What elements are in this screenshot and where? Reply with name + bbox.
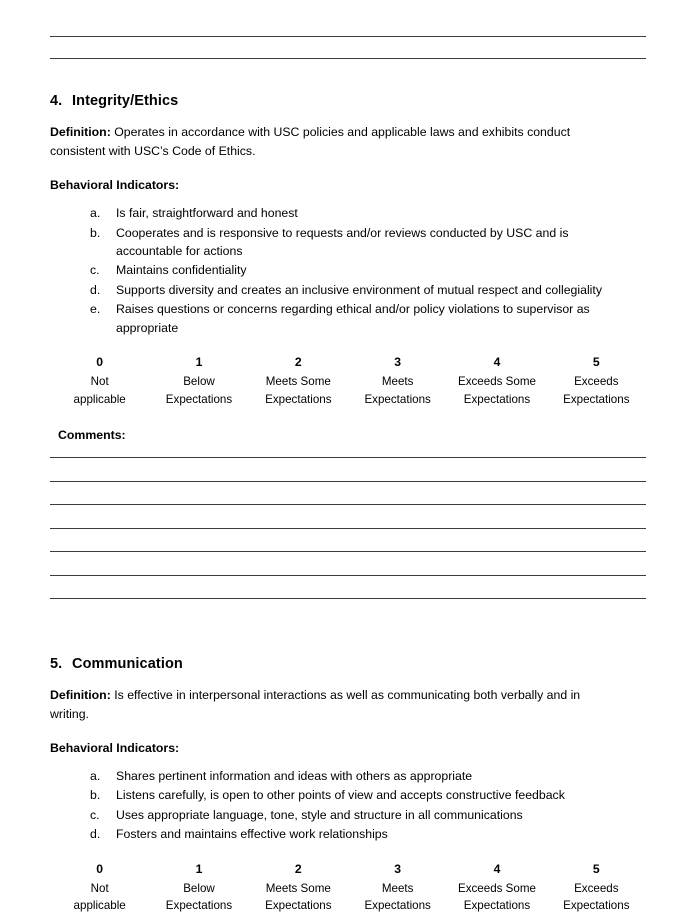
rating-value: 2 bbox=[294, 355, 302, 370]
rating-value: 4 bbox=[493, 861, 501, 876]
list-item: e. Raises questions or concerns regardin… bbox=[50, 300, 646, 337]
rating-option-2[interactable]: 2 Meets Some Expectations bbox=[249, 860, 348, 915]
comment-line[interactable] bbox=[50, 480, 646, 482]
rating-value: 2 bbox=[294, 861, 302, 876]
list-item-marker: a. bbox=[90, 206, 101, 221]
rating-option-3[interactable]: 3 Meets Expectations bbox=[348, 860, 447, 915]
rating-label: Exceeds Expectations bbox=[563, 881, 630, 913]
rating-option-2[interactable]: 2 Meets Some Expectations bbox=[249, 353, 348, 408]
rating-value: 0 bbox=[96, 861, 104, 876]
list-item-text: Is fair, straightforward and honest bbox=[116, 206, 298, 221]
section-integrity-ethics: 4. Integrity/Ethics Definition: Operates… bbox=[50, 93, 646, 600]
list-item: a. Is fair, straightforward and honest bbox=[50, 204, 646, 222]
behavioral-indicators-list: a. Shares pertinent information and idea… bbox=[50, 767, 646, 844]
definition-label: Definition: bbox=[50, 125, 111, 139]
list-item-marker: d. bbox=[90, 282, 101, 297]
list-item: d. Supports diversity and creates an inc… bbox=[50, 281, 646, 299]
rating-scale: 0 Not applicable 1 Below Expectations 2 … bbox=[50, 353, 646, 408]
list-item-text: Cooperates and is responsive to requests… bbox=[116, 225, 569, 258]
list-item-marker: b. bbox=[90, 788, 101, 803]
comments-write-area[interactable] bbox=[50, 457, 646, 600]
rating-scale: 0 Not applicable 1 Below Expectations 2 … bbox=[50, 860, 646, 915]
section-title: Integrity/Ethics bbox=[72, 93, 179, 109]
comment-line[interactable] bbox=[50, 598, 646, 600]
rating-label: Exceeds Expectations bbox=[563, 375, 630, 406]
list-item-text: Shares pertinent information and ideas w… bbox=[116, 768, 473, 783]
rating-value: 1 bbox=[195, 355, 203, 370]
rating-label: Meets Expectations bbox=[364, 375, 431, 406]
rating-option-5[interactable]: 5 Exceeds Expectations bbox=[547, 860, 646, 915]
rating-option-1[interactable]: 1 Below Expectations bbox=[149, 860, 248, 915]
rating-option-0[interactable]: 0 Not applicable bbox=[50, 860, 149, 915]
rating-label: Below Expectations bbox=[165, 375, 233, 406]
rating-option-3[interactable]: 3 Meets Expectations bbox=[348, 353, 447, 408]
section-heading: 4. Integrity/Ethics bbox=[50, 93, 646, 109]
comment-line[interactable] bbox=[50, 551, 646, 553]
list-item-marker: a. bbox=[90, 768, 101, 783]
rating-value: 3 bbox=[394, 861, 402, 876]
rating-option-5[interactable]: 5 Exceeds Expectations bbox=[547, 353, 646, 408]
comment-line[interactable] bbox=[50, 574, 646, 576]
list-item-text: Raises questions or concerns regarding e… bbox=[116, 302, 590, 335]
list-item-text: Fosters and maintains effective work rel… bbox=[116, 827, 388, 842]
behavioral-indicators-label: Behavioral Indicators: bbox=[50, 740, 180, 755]
comment-line[interactable] bbox=[50, 504, 646, 506]
list-item-text: Listens carefully, is open to other poin… bbox=[116, 788, 565, 803]
rating-value: 5 bbox=[592, 355, 600, 370]
list-item: b. Cooperates and is responsive to reque… bbox=[50, 224, 646, 261]
rating-label: Meets Expectations bbox=[364, 881, 431, 913]
list-item-text: Maintains confidentiality bbox=[116, 263, 247, 278]
definition-label: Definition: bbox=[50, 687, 111, 702]
rating-option-4[interactable]: 4 Exceeds Some Expectations bbox=[447, 353, 546, 408]
list-item: d. Fosters and maintains effective work … bbox=[50, 825, 646, 843]
rating-label: Exceeds Some Expectations bbox=[457, 375, 536, 406]
definition-paragraph: Definition: Operates in accordance with … bbox=[50, 123, 620, 161]
rating-option-0[interactable]: 0 Not applicable bbox=[50, 353, 149, 408]
definition-paragraph: Definition: Is effective in interpersona… bbox=[50, 686, 620, 724]
comments-label: Comments: bbox=[58, 428, 126, 443]
rating-value: 3 bbox=[394, 355, 402, 370]
rating-label: Below Expectations bbox=[165, 881, 233, 913]
list-item: c. Uses appropriate language, tone, styl… bbox=[50, 806, 646, 824]
rating-value: 0 bbox=[96, 355, 104, 370]
comment-line[interactable] bbox=[50, 527, 646, 529]
rating-label: Not applicable bbox=[73, 881, 126, 913]
rating-option-1[interactable]: 1 Below Expectations bbox=[149, 353, 248, 408]
document-page: 4. Integrity/Ethics Definition: Operates… bbox=[0, 0, 696, 912]
section-number: 5. bbox=[50, 655, 63, 672]
list-item: c. Maintains confidentiality bbox=[50, 261, 646, 279]
rating-label: Exceeds Some Expectations bbox=[457, 881, 536, 913]
rating-value: 4 bbox=[493, 355, 501, 370]
rating-value: 1 bbox=[195, 861, 203, 876]
list-item: b. Listens carefully, is open to other p… bbox=[50, 786, 646, 804]
list-item-text: Uses appropriate language, tone, style a… bbox=[116, 807, 523, 822]
list-item-marker: c. bbox=[90, 807, 100, 822]
list-item-marker: c. bbox=[90, 263, 100, 278]
definition-text: Is effective in interpersonal interactio… bbox=[50, 687, 581, 721]
list-item-marker: d. bbox=[90, 827, 101, 842]
blank-write-line bbox=[50, 36, 646, 37]
section-communication: 5. Communication Definition: Is effectiv… bbox=[50, 656, 646, 915]
behavioral-indicators-label: Behavioral Indicators: bbox=[50, 178, 180, 193]
list-item: a. Shares pertinent information and idea… bbox=[50, 767, 646, 785]
rating-label: Not applicable bbox=[73, 375, 126, 406]
rating-value: 5 bbox=[592, 861, 600, 876]
list-item-marker: b. bbox=[90, 225, 101, 240]
section-number: 4. bbox=[50, 93, 63, 109]
rating-label: Meets Some Expectations bbox=[265, 881, 332, 913]
list-item-text: Supports diversity and creates an inclus… bbox=[116, 282, 602, 297]
rating-label: Meets Some Expectations bbox=[265, 375, 332, 406]
rating-option-4[interactable]: 4 Exceeds Some Expectations bbox=[447, 860, 546, 915]
top-blank-lines bbox=[50, 0, 646, 59]
section-heading: 5. Communication bbox=[50, 656, 646, 672]
comment-line[interactable] bbox=[50, 457, 646, 459]
section-title: Communication bbox=[72, 655, 183, 672]
behavioral-indicators-list: a. Is fair, straightforward and honest b… bbox=[50, 204, 646, 337]
list-item-marker: e. bbox=[90, 302, 101, 317]
definition-text: Operates in accordance with USC policies… bbox=[50, 125, 571, 159]
